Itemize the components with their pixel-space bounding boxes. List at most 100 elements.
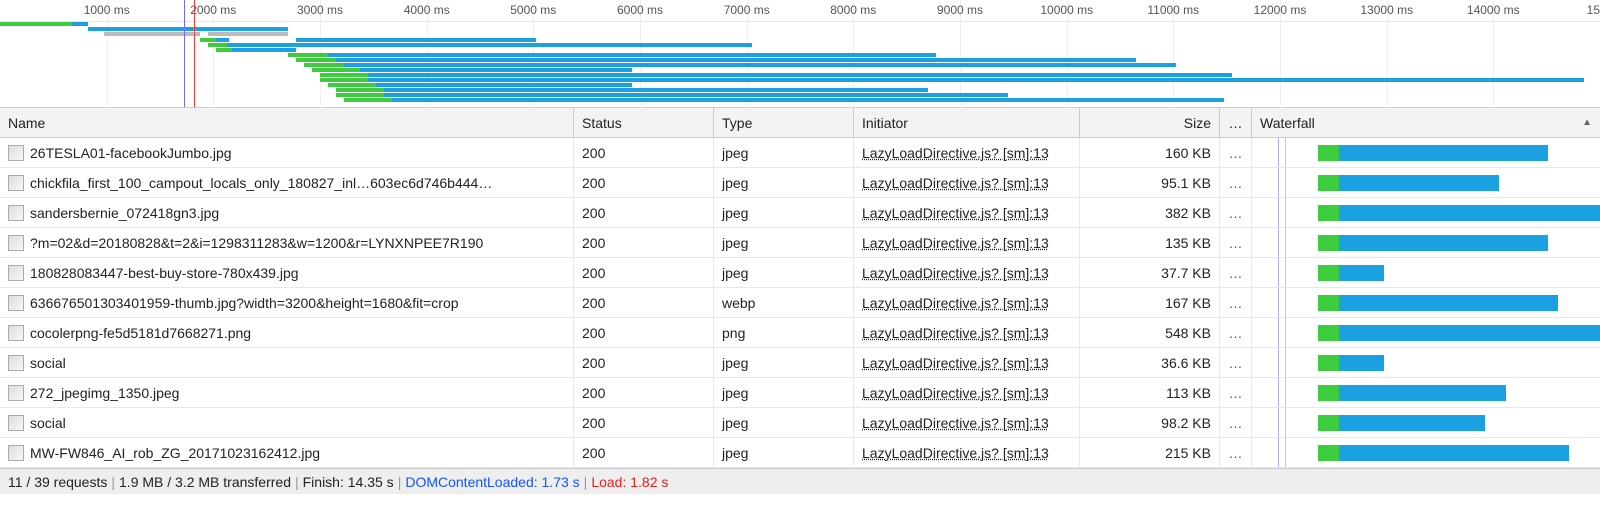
header-waterfall[interactable]: Waterfall ▲ (1252, 108, 1600, 137)
cell-name[interactable]: social (0, 348, 574, 377)
initiator-link[interactable]: LazyLoadDirective.js? [sm]:13 (862, 445, 1049, 461)
cell-waterfall[interactable] (1252, 438, 1600, 467)
cell-waterfall[interactable] (1252, 138, 1600, 167)
table-row[interactable]: social 200jpeg LazyLoadDirective.js? [sm]:… (0, 348, 1600, 378)
cell-name[interactable]: ?m=02&d=20180828&t=2&i=1298311283&w=1200… (0, 228, 574, 257)
initiator-link[interactable]: LazyLoadDirective.js? [sm]:13 (862, 145, 1049, 161)
overview-tick-label: 11000 ms (1147, 3, 1199, 17)
network-summary-footer: 11 / 39 requests | 1.9 MB / 3.2 MB trans… (0, 468, 1600, 494)
table-row[interactable]: MW-FW846_AI_rob_ZG_20171023162412.jpg200… (0, 438, 1600, 468)
cell-type: png (714, 318, 854, 347)
cell-waterfall[interactable] (1252, 198, 1600, 227)
overview-tick-label: 7000 ms (724, 3, 770, 17)
table-row[interactable]: ?m=02&d=20180828&t=2&i=1298311283&w=1200… (0, 228, 1600, 258)
cell-type: jpeg (714, 168, 854, 197)
table-row[interactable]: 636676501303401959-thumb.jpg?width=3200&… (0, 288, 1600, 318)
cell-status: 200 (574, 348, 714, 377)
cell-waterfall[interactable] (1252, 168, 1600, 197)
table-row[interactable]: chickfila_first_100_campout_locals_only_… (0, 168, 1600, 198)
overview-ticks: 1000 ms2000 ms3000 ms4000 ms5000 ms6000 … (0, 0, 1600, 22)
file-name: 636676501303401959-thumb.jpg?width=3200&… (30, 295, 459, 311)
cell-time: … (1220, 198, 1252, 227)
waterfall-waiting-bar (1318, 415, 1339, 431)
cell-name[interactable]: social (0, 408, 574, 437)
file-name: sandersbernie_072418gn3.jpg (30, 205, 219, 221)
cell-waterfall[interactable] (1252, 318, 1600, 347)
cell-time: … (1220, 348, 1252, 377)
header-status[interactable]: Status (574, 108, 714, 137)
cell-waterfall[interactable] (1252, 228, 1600, 257)
cell-name[interactable]: 180828083447-best-buy-store-780x439.jpg (0, 258, 574, 287)
file-name: ?m=02&d=20180828&t=2&i=1298311283&w=1200… (30, 235, 483, 251)
header-type[interactable]: Type (714, 108, 854, 137)
cell-name[interactable]: sandersbernie_072418gn3.jpg (0, 198, 574, 227)
overview-load-marker (194, 0, 195, 107)
waterfall-dcl-marker (1278, 258, 1279, 287)
cell-name[interactable]: chickfila_first_100_campout_locals_only_… (0, 168, 574, 197)
initiator-link[interactable]: LazyLoadDirective.js? [sm]:13 (862, 355, 1049, 371)
overview-tick-label: 2000 ms (190, 3, 236, 17)
initiator-link[interactable]: LazyLoadDirective.js? [sm]:13 (862, 265, 1049, 281)
waterfall-dcl-marker (1278, 318, 1279, 347)
initiator-link[interactable]: LazyLoadDirective.js? [sm]:13 (862, 205, 1049, 221)
cell-type: jpeg (714, 138, 854, 167)
cell-name[interactable]: cocolerpng-fe5d5181d7668271.png (0, 318, 574, 347)
table-row[interactable]: cocolerpng-fe5d5181d7668271.png200pngLaz… (0, 318, 1600, 348)
header-time[interactable]: … (1220, 108, 1252, 137)
cell-initiator: LazyLoadDirective.js? [sm]:13 (854, 258, 1080, 287)
table-row[interactable]: social200jpegLazyLoadDirective.js? [sm]:… (0, 408, 1600, 438)
waterfall-load-marker (1285, 378, 1286, 407)
overview-tick-label: 13000 ms (1360, 3, 1413, 17)
header-initiator[interactable]: Initiator (854, 108, 1080, 137)
table-row[interactable]: 272_jpegimg_1350.jpeg200jpegLazyLoadDire… (0, 378, 1600, 408)
cell-status: 200 (574, 168, 714, 197)
cell-waterfall[interactable] (1252, 378, 1600, 407)
initiator-link[interactable]: LazyLoadDirective.js? [sm]:13 (862, 295, 1049, 311)
cell-waterfall[interactable] (1252, 288, 1600, 317)
cell-initiator: LazyLoadDirective.js? [sm]:13 (854, 408, 1080, 437)
waterfall-dcl-marker (1278, 198, 1279, 227)
sort-ascending-icon: ▲ (1582, 117, 1592, 128)
waterfall-dcl-marker (1278, 288, 1279, 317)
waterfall-waiting-bar (1318, 265, 1339, 281)
table-row[interactable]: 26TESLA01-facebookJumbo.jpg200jpegLazyLo… (0, 138, 1600, 168)
cell-size: 167 KB (1080, 288, 1220, 317)
initiator-link[interactable]: LazyLoadDirective.js? [sm]:13 (862, 415, 1049, 431)
cell-waterfall[interactable] (1252, 258, 1600, 287)
initiator-link[interactable]: LazyLoadDirective.js? [sm]:13 (862, 235, 1049, 251)
initiator-link[interactable]: LazyLoadDirective.js? [sm]:13 (862, 175, 1049, 191)
waterfall-download-bar (1339, 265, 1384, 281)
cell-size: 113 KB (1080, 378, 1220, 407)
initiator-link[interactable]: LazyLoadDirective.js? [sm]:13 (862, 385, 1049, 401)
footer-size: 1.9 MB / 3.2 MB transferred (119, 474, 291, 490)
cell-type: jpeg (714, 348, 854, 377)
file-icon (8, 415, 24, 431)
cell-waterfall[interactable] (1252, 348, 1600, 377)
cell-status: 200 (574, 438, 714, 467)
initiator-link[interactable]: LazyLoadDirective.js? [sm]:13 (862, 325, 1049, 341)
overview-tick-label: 5000 ms (510, 3, 556, 17)
cell-name[interactable]: 636676501303401959-thumb.jpg?width=3200&… (0, 288, 574, 317)
waterfall-load-marker (1285, 348, 1286, 377)
cell-initiator: LazyLoadDirective.js? [sm]:13 (854, 378, 1080, 407)
cell-name[interactable]: 272_jpegimg_1350.jpeg (0, 378, 574, 407)
table-row[interactable]: sandersbernie_072418gn3.jpg200jpegLazyLo… (0, 198, 1600, 228)
cell-name[interactable]: 26TESLA01-facebookJumbo.jpg (0, 138, 574, 167)
overview-tick-label: 1500 (1587, 3, 1600, 17)
network-overview-timeline[interactable]: 1000 ms2000 ms3000 ms4000 ms5000 ms6000 … (0, 0, 1600, 108)
footer-domcontentloaded: DOMContentLoaded: 1.73 s (405, 474, 579, 490)
table-row[interactable]: 180828083447-best-buy-store-780x439.jpg2… (0, 258, 1600, 288)
file-name: social (30, 355, 66, 371)
overview-tick-label: 10000 ms (1040, 3, 1093, 17)
cell-type: webp (714, 288, 854, 317)
header-name[interactable]: Name (0, 108, 574, 137)
cell-name[interactable]: MW-FW846_AI_rob_ZG_20171023162412.jpg (0, 438, 574, 467)
overview-bars (0, 22, 1600, 108)
cell-waterfall[interactable] (1252, 408, 1600, 437)
cell-size: 160 KB (1080, 138, 1220, 167)
waterfall-download-bar (1339, 295, 1558, 311)
file-name: 26TESLA01-facebookJumbo.jpg (30, 145, 232, 161)
waterfall-download-bar (1339, 205, 1600, 221)
header-size[interactable]: Size (1080, 108, 1220, 137)
cell-time: … (1220, 288, 1252, 317)
